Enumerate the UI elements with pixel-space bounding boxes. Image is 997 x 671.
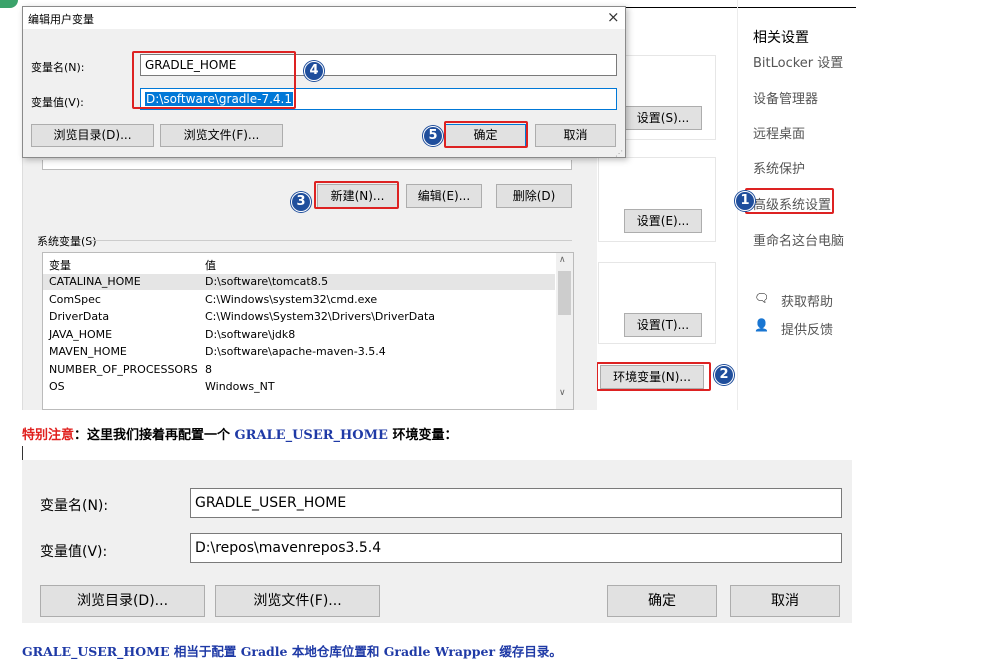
cancel-button[interactable]: 取消 bbox=[535, 124, 616, 147]
browse-dir-button[interactable]: 浏览目录(D)... bbox=[31, 124, 154, 147]
app-logo-fragment bbox=[0, 0, 18, 8]
link-device-manager[interactable]: 设备管理器 bbox=[753, 88, 818, 107]
name-label-2: 变量名(N): bbox=[40, 498, 109, 514]
variable-value-cell: C:\Windows\System32\Drivers\DriverData bbox=[205, 310, 436, 323]
step-2-badge: 2 bbox=[714, 365, 734, 385]
table-row[interactable]: DriverData C:\Windows\System32\Drivers\Dr… bbox=[43, 310, 555, 326]
note-prefix: 特别注意 bbox=[22, 428, 75, 443]
value-label: 变量值(V): bbox=[31, 96, 84, 109]
variable-name-input-2[interactable]: GRADLE_USER_HOME bbox=[190, 488, 842, 518]
edit-user-variable-dialog: 编辑用户变量 × 变量名(N): GRADLE_HOME 变量值(V): D:\… bbox=[22, 6, 626, 158]
column-header-value[interactable]: 值 bbox=[205, 257, 216, 273]
note-text: 特别注意：这里我们接着再配置一个 GRALE_USER_HOME 环境变量： bbox=[22, 424, 457, 443]
step-3-badge: 3 bbox=[291, 192, 311, 212]
link-rename-pc[interactable]: 重命名这台电脑 bbox=[753, 230, 844, 249]
variable-name-cell: NUMBER_OF_PROCESSORS bbox=[49, 362, 198, 376]
system-vars-list[interactable]: 变量 值 CATALINA_HOME D:\software\tomcat8.5 C… bbox=[42, 252, 574, 410]
variable-name-cell: DriverData bbox=[49, 310, 110, 323]
name-label: 变量名(N): bbox=[31, 61, 85, 74]
step-1-badge: 1 bbox=[735, 191, 755, 211]
link-get-help[interactable]: 获取帮助 bbox=[781, 291, 833, 310]
column-header-variable[interactable]: 变量 bbox=[49, 257, 71, 273]
text-cursor bbox=[22, 446, 23, 460]
browse-dir-button-2[interactable]: 浏览目录(D)... bbox=[40, 585, 205, 617]
close-icon[interactable]: × bbox=[607, 8, 620, 26]
link-system-protection[interactable]: 系统保护 bbox=[753, 158, 805, 177]
scroll-up-icon[interactable]: ∧ bbox=[559, 255, 566, 265]
dialog-title: 编辑用户变量 bbox=[28, 13, 94, 26]
highlight-ok-button bbox=[444, 121, 528, 148]
variable-value-input-2[interactable]: D:\repos\mavenrepos3.5.4 bbox=[190, 533, 842, 563]
group-line bbox=[88, 240, 572, 241]
highlight-env-button bbox=[596, 362, 711, 391]
table-row[interactable]: NUMBER_OF_PROCESSORS 8 bbox=[43, 363, 555, 379]
table-row[interactable]: OS Windows_NT bbox=[43, 380, 555, 396]
variable-value-cell: Windows_NT bbox=[205, 380, 275, 393]
note-suffix: 环境变量： bbox=[387, 428, 458, 443]
highlight-new-button bbox=[314, 181, 399, 209]
table-row[interactable]: MAVEN_HOME D:\software\apache-maven-3.5.4 bbox=[43, 345, 555, 361]
step-4-badge: 4 bbox=[304, 61, 324, 81]
scrollbar[interactable]: ∧ ∨ bbox=[556, 253, 573, 409]
variable-value-cell: D:\software\jdk8 bbox=[205, 327, 296, 341]
settings-t-button[interactable]: 设置(T)... bbox=[624, 313, 702, 337]
related-settings-heading: 相关设置 bbox=[753, 30, 809, 46]
variable-value-cell: C:\Windows\system32\cmd.exe bbox=[205, 292, 378, 306]
variable-value-cell: D:\software\tomcat8.5 bbox=[205, 275, 329, 288]
highlight-advanced-settings bbox=[745, 188, 834, 214]
ok-button-2[interactable]: 确定 bbox=[607, 585, 717, 617]
table-row[interactable]: JAVA_HOME D:\software\jdk8 bbox=[43, 328, 555, 344]
help-icon: 🗨 bbox=[754, 291, 770, 305]
user-vars-list-fragment bbox=[42, 160, 572, 170]
feedback-icon: 👤 bbox=[754, 318, 769, 332]
title-bar bbox=[23, 7, 625, 29]
edit-variable-dialog-2: 变量名(N): GRADLE_USER_HOME 变量值(V): D:\repo… bbox=[22, 460, 852, 623]
value-label-2: 变量值(V): bbox=[40, 544, 108, 560]
edit-button[interactable]: 编辑(E)... bbox=[406, 184, 482, 208]
step-5-badge: 5 bbox=[423, 126, 443, 146]
note-body: ：这里我们接着再配置一个 bbox=[74, 428, 235, 443]
browse-file-button-2[interactable]: 浏览文件(F)... bbox=[215, 585, 380, 617]
settings-e-button[interactable]: 设置(E)... bbox=[624, 209, 702, 233]
variable-name-cell: MAVEN_HOME bbox=[49, 345, 127, 358]
settings-s-button[interactable]: 设置(S)... bbox=[624, 106, 702, 130]
variable-name-cell: OS bbox=[49, 380, 65, 393]
link-feedback[interactable]: 提供反馈 bbox=[781, 319, 833, 338]
footer-note: GRALE_USER_HOME 相当于配置 Gradle 本地仓库位置和 Gra… bbox=[22, 644, 562, 659]
resize-grip-icon[interactable]: ⋰ bbox=[615, 149, 623, 158]
delete-button[interactable]: 删除(D) bbox=[496, 184, 572, 208]
variable-name-cell: ComSpec bbox=[49, 292, 101, 306]
table-row[interactable]: CATALINA_HOME D:\software\tomcat8.5 bbox=[43, 275, 555, 291]
note-variable: GRALE_USER_HOME bbox=[234, 428, 388, 443]
variable-value-cell: 8 bbox=[205, 362, 212, 376]
highlight-name-value bbox=[132, 51, 296, 109]
variable-name-cell: CATALINA_HOME bbox=[49, 275, 141, 288]
scroll-thumb[interactable] bbox=[558, 271, 571, 315]
link-bitlocker[interactable]: BitLocker 设置 bbox=[753, 52, 843, 71]
cancel-button-2[interactable]: 取消 bbox=[730, 585, 840, 617]
system-vars-label: 系统变量(S) bbox=[37, 235, 97, 248]
table-row[interactable]: ComSpec C:\Windows\system32\cmd.exe bbox=[43, 293, 555, 309]
browse-file-button[interactable]: 浏览文件(F)... bbox=[160, 124, 283, 147]
variable-value-cell: D:\software\apache-maven-3.5.4 bbox=[205, 345, 386, 358]
top-border bbox=[622, 7, 856, 8]
link-remote-desktop[interactable]: 远程桌面 bbox=[753, 123, 805, 142]
scroll-down-icon[interactable]: ∨ bbox=[559, 388, 566, 398]
variable-name-cell: JAVA_HOME bbox=[49, 327, 113, 341]
